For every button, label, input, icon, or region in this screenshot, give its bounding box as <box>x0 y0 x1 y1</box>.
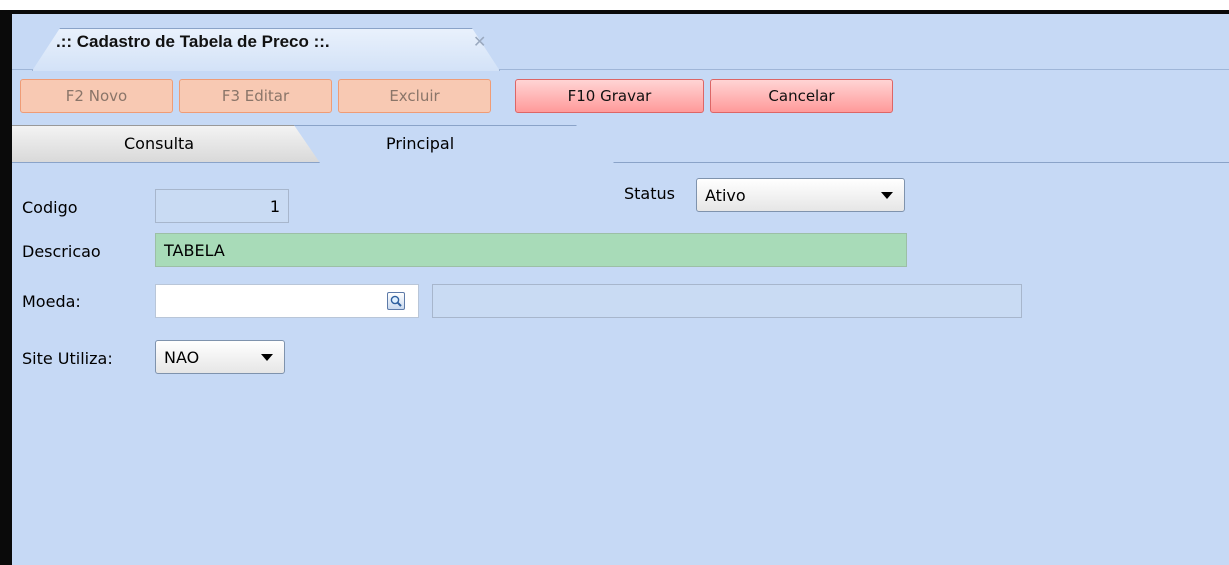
save-button[interactable]: F10 Gravar <box>515 79 704 113</box>
tabs-divider <box>12 162 1229 163</box>
tab-principal-label: Principal <box>386 134 455 153</box>
magnifier-icon[interactable] <box>387 292 405 310</box>
form-tabs: Consulta Principal <box>12 125 1229 165</box>
descricao-value: TABELA <box>164 241 225 260</box>
form-window: .:: Cadastro de Tabela de Preco ::. ✕ F2… <box>12 14 1229 565</box>
codigo-value: 1 <box>269 197 280 216</box>
codigo-label: Codigo <box>22 198 78 217</box>
tab-consulta-label: Consulta <box>124 134 195 153</box>
status-select[interactable]: Ativo <box>696 178 905 212</box>
descricao-label: Descricao <box>22 242 101 261</box>
descricao-field[interactable]: TABELA <box>155 233 907 267</box>
chevron-down-icon <box>261 354 273 361</box>
site-utiliza-select[interactable]: NAO <box>155 340 285 374</box>
moeda-label: Moeda: <box>22 292 81 311</box>
close-icon[interactable]: ✕ <box>473 32 486 52</box>
left-border <box>0 12 12 565</box>
site-utiliza-label: Site Utiliza: <box>22 349 113 368</box>
chevron-down-icon <box>881 192 893 199</box>
codigo-field[interactable]: 1 <box>155 189 289 223</box>
moeda-description-field <box>432 284 1022 318</box>
edit-button[interactable]: F3 Editar <box>179 79 332 113</box>
toolbar: F2 Novo F3 Editar Excluir F10 Gravar Can… <box>12 71 1229 119</box>
moeda-field[interactable] <box>155 284 419 318</box>
cancel-button[interactable]: Cancelar <box>710 79 893 113</box>
delete-button[interactable]: Excluir <box>338 79 491 113</box>
document-tab-title: .:: Cadastro de Tabela de Preco ::. <box>56 32 330 51</box>
screen-frame: .:: Cadastro de Tabela de Preco ::. ✕ F2… <box>0 0 1229 565</box>
status-value: Ativo <box>705 186 746 205</box>
document-tabstrip: .:: Cadastro de Tabela de Preco ::. ✕ <box>12 14 1229 71</box>
new-button[interactable]: F2 Novo <box>20 79 173 113</box>
status-label: Status <box>624 184 675 203</box>
site-utiliza-value: NAO <box>164 348 200 367</box>
